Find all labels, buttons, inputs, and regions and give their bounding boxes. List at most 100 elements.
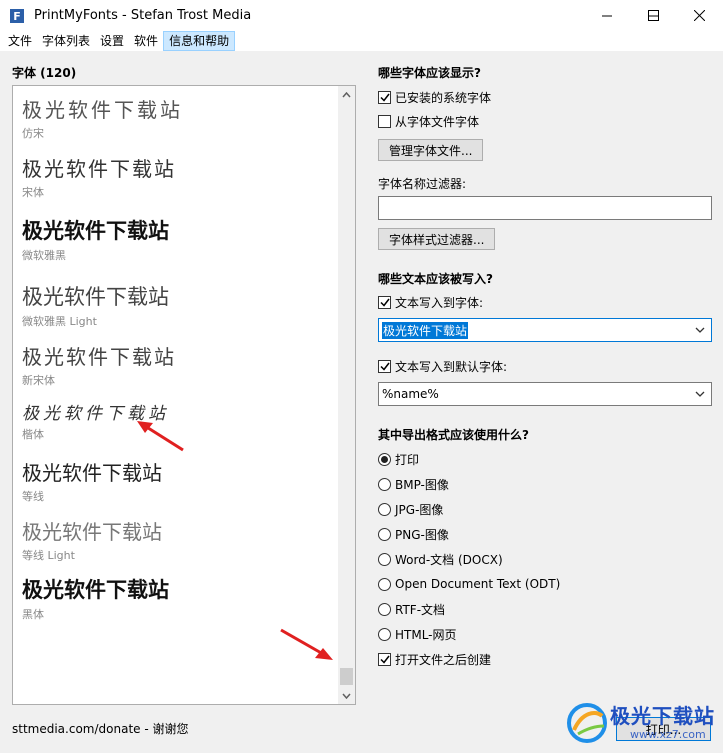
title-bar: F PrintMyFonts - Stefan Trost Media (0, 0, 723, 31)
write-to-font-combobox[interactable]: 极光软件下载站 (378, 318, 712, 342)
installed-fonts-checkbox[interactable]: 已安装的系统字体 (378, 89, 491, 105)
radio-icon[interactable] (378, 602, 391, 616)
format-label: Word-文档 (DOCX) (395, 552, 503, 567)
app-icon: F (8, 7, 26, 25)
menu-settings[interactable]: 设置 (95, 31, 129, 51)
write-to-default-combobox[interactable]: %name% (378, 382, 712, 406)
font-sample: 极光软件下载站 (22, 345, 176, 369)
fonts-count-heading: 字体 (120) (12, 66, 77, 80)
font-entry[interactable]: 极光软件下载站 等线 (22, 457, 162, 504)
font-sample: 极光软件下载站 (22, 520, 162, 544)
format-radio-rtf[interactable]: RTF-文档 (378, 601, 445, 617)
font-entry[interactable]: 极光软件下载站 宋体 (22, 153, 176, 200)
checkbox-unchecked-icon[interactable] (378, 114, 391, 128)
font-entry[interactable]: 极光软件下载站 微软雅黑 Light (22, 281, 169, 329)
scroll-up-button[interactable] (338, 86, 355, 103)
font-entry[interactable]: 极光软件下载站 微软雅黑 (22, 215, 169, 263)
font-name: 宋体 (22, 186, 44, 199)
minimize-icon (601, 15, 612, 17)
format-radio-html[interactable]: HTML-网页 (378, 626, 457, 642)
maximize-button[interactable] (630, 0, 676, 31)
show-section-title: 哪些字体应该显示? (378, 66, 481, 80)
close-button[interactable] (676, 0, 722, 31)
format-radio-print[interactable]: 打印 (378, 451, 419, 467)
open-after-label: 打开文件之后创建 (395, 652, 492, 667)
fonts-scrollbar[interactable] (338, 86, 355, 704)
format-radio-png[interactable]: PNG-图像 (378, 526, 449, 542)
format-label: HTML-网页 (395, 627, 457, 642)
format-label: BMP-图像 (395, 477, 449, 492)
menu-software[interactable]: 软件 (129, 31, 163, 51)
font-name: 等线 Light (22, 549, 75, 562)
checkbox-checked-icon[interactable] (378, 359, 391, 373)
from-files-checkbox[interactable]: 从字体文件字体 (378, 113, 479, 129)
chevron-down-icon (695, 391, 705, 397)
close-icon (693, 10, 705, 21)
font-sample: 极光软件下载站 (22, 157, 176, 181)
write-to-default-value: %name% (382, 387, 439, 401)
write-to-default-checkbox[interactable]: 文本写入到默认字体: (378, 358, 507, 374)
chevron-down-icon (695, 327, 705, 333)
font-sample: 极光软件下载站 (22, 461, 162, 485)
maximize-icon (647, 10, 659, 21)
font-name: 仿宋 (22, 127, 44, 140)
font-sample: 极光软件下载站 (22, 578, 169, 602)
scroll-down-button[interactable] (338, 687, 355, 704)
donate-link[interactable]: sttmedia.com/donate - 谢谢您 (12, 720, 189, 737)
fonts-list[interactable]: 极光软件下载站 仿宋 极光软件下载站 宋体 极光软件下载站 微软雅黑 极光软件下… (12, 85, 356, 705)
radio-icon[interactable] (378, 577, 391, 591)
manage-font-files-button[interactable]: 管理字体文件... (378, 139, 484, 161)
chevron-down-icon (342, 693, 351, 699)
font-name: 新宋体 (22, 374, 55, 387)
font-sample: 极光软件下载站 (22, 98, 183, 122)
scroll-thumb[interactable] (340, 668, 353, 685)
name-filter-label: 字体名称过滤器: (378, 177, 467, 191)
font-entry[interactable]: 极光软件下载站 仿宋 (22, 94, 183, 141)
font-name: 微软雅黑 Light (22, 315, 97, 328)
svg-text:F: F (13, 10, 21, 23)
format-label: Open Document Text (ODT) (395, 577, 561, 591)
radio-icon[interactable] (378, 627, 391, 641)
radio-icon[interactable] (378, 552, 391, 566)
font-entry[interactable]: 极光软件下载站 等线 Light (22, 516, 162, 563)
format-radio-docx[interactable]: Word-文档 (DOCX) (378, 551, 503, 567)
name-filter-input[interactable] (378, 196, 712, 220)
checkbox-checked-icon[interactable] (378, 652, 391, 666)
format-radio-bmp[interactable]: BMP-图像 (378, 476, 449, 492)
menu-file[interactable]: 文件 (3, 31, 37, 51)
format-radio-odt[interactable]: Open Document Text (ODT) (378, 576, 560, 592)
format-section-title: 其中导出格式应该使用什么? (378, 428, 529, 442)
watermark-logo-icon (567, 703, 607, 743)
write-to-default-label: 文本写入到默认字体: (395, 359, 508, 374)
radio-icon[interactable] (378, 502, 391, 516)
open-after-checkbox[interactable]: 打开文件之后创建 (378, 651, 491, 667)
font-name: 等线 (22, 490, 44, 503)
minimize-button-hit[interactable] (584, 0, 630, 31)
format-radio-jpg[interactable]: JPG-图像 (378, 501, 443, 517)
window-title: PrintMyFonts - Stefan Trost Media (34, 8, 252, 23)
installed-fonts-label: 已安装的系统字体 (395, 90, 492, 105)
checkbox-checked-icon[interactable] (378, 295, 391, 309)
font-entry[interactable]: 极光软件下载站 新宋体 (22, 341, 176, 388)
font-name: 黑体 (22, 608, 44, 621)
format-label: JPG-图像 (395, 502, 444, 517)
font-name: 微软雅黑 (22, 249, 66, 262)
menu-info-help[interactable]: 信息和帮助 (163, 31, 236, 51)
radio-icon[interactable] (378, 477, 391, 491)
format-label: PNG-图像 (395, 527, 449, 542)
annotation-arrow-icon (137, 421, 184, 452)
font-sample: 极光软件下载站 (22, 219, 169, 243)
write-to-font-value: 极光软件下载站 (382, 321, 469, 339)
font-entry[interactable]: 极光软件下载站 黑体 (22, 574, 169, 622)
text-section-title: 哪些文本应该被写入? (378, 272, 493, 286)
checkbox-checked-icon[interactable] (378, 90, 391, 104)
print-button[interactable]: 打印... (616, 717, 711, 741)
style-filter-button[interactable]: 字体样式过滤器... (378, 228, 496, 250)
font-sample: 极光软件下载站 (22, 285, 169, 309)
format-label: 打印 (395, 452, 420, 467)
write-to-font-checkbox[interactable]: 文本写入到字体: (378, 294, 483, 310)
menu-font-list[interactable]: 字体列表 (37, 31, 95, 51)
write-to-font-label: 文本写入到字体: (395, 295, 484, 310)
radio-selected-icon[interactable] (378, 452, 391, 466)
radio-icon[interactable] (378, 527, 391, 541)
